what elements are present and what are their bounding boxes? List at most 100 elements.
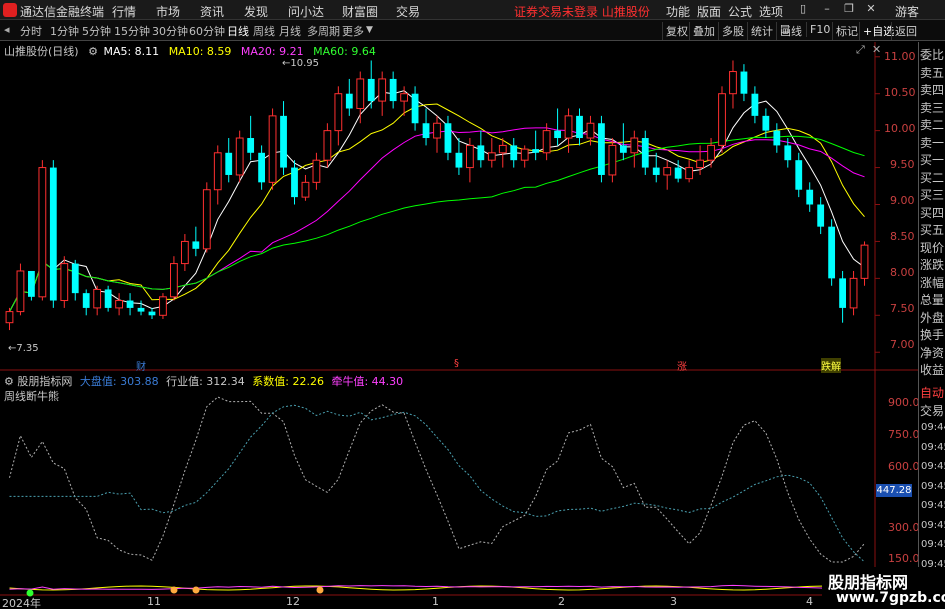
period-1min[interactable]: 1分钟 (50, 23, 79, 39)
candle-body (586, 122, 595, 139)
candle (817, 197, 825, 235)
menu-formula[interactable]: 公式 (728, 3, 752, 20)
candle-body (860, 244, 869, 279)
menu-item-quotes[interactable]: 行情 (112, 3, 136, 20)
back-arrow-icon[interactable]: ◂ (4, 23, 10, 36)
period-30min[interactable]: 30分钟 (152, 23, 188, 39)
candle-body (839, 278, 846, 308)
period-monthly[interactable]: 月线 (279, 23, 301, 39)
event-tag-finance[interactable]: 财 (136, 358, 146, 373)
price-tick: 10.50 (884, 86, 916, 99)
btn-draw[interactable]: 画线 (776, 22, 805, 40)
side-label: 买一 (920, 153, 945, 167)
event-tag-unlock[interactable]: 跌解 (821, 358, 841, 373)
candle-body (532, 149, 540, 153)
period-daily[interactable]: 日线 (227, 23, 249, 39)
candle (806, 182, 814, 212)
candle-body (170, 263, 178, 298)
candle-body (817, 204, 825, 227)
ma20-label: MA20: 9.21 (240, 45, 304, 58)
candle-body (202, 189, 211, 250)
candle (751, 86, 759, 124)
event-tag-notice[interactable]: § (454, 358, 459, 369)
candle-body (60, 263, 69, 302)
btn-overlay[interactable]: 叠加 (689, 22, 718, 40)
menu-item-trade[interactable]: 交易 (396, 3, 420, 20)
candle-body (137, 307, 145, 312)
menu-item-wealth[interactable]: 财富圈 (342, 3, 378, 20)
candle-body (213, 152, 222, 191)
event-tag-rise[interactable]: 涨 (677, 358, 687, 373)
chart-area[interactable] (0, 42, 945, 609)
guest-label[interactable]: 游客 (895, 3, 919, 20)
side-label: 总量 (920, 293, 945, 307)
gear-icon[interactable]: ⚙ (88, 45, 98, 58)
candle (104, 285, 112, 312)
menu-item-discover[interactable]: 发现 (244, 3, 268, 20)
menu-bar: 通达信金融终端 行情 市场 资讯 发现 问小达 财富圈 交易 证券交易未登录 山… (0, 0, 945, 20)
kline-chart[interactable] (0, 42, 945, 609)
side-label: 涨跌 (920, 258, 945, 272)
price-tick: 7.00 (890, 338, 915, 351)
menu-item-ask[interactable]: 问小达 (288, 3, 324, 20)
mobile-icon[interactable]: ▯ (796, 2, 810, 16)
menu-function[interactable]: 功能 (666, 3, 690, 20)
menu-options[interactable]: 选项 (759, 3, 783, 20)
date-tick: 3 (670, 595, 677, 608)
candle-body (268, 115, 277, 183)
candle (312, 152, 321, 190)
period-multi[interactable]: 多周期 (307, 23, 340, 39)
chart-close-icon[interactable]: ✕ (872, 43, 881, 56)
btn-mark[interactable]: 标记 (832, 22, 861, 40)
period-weekly[interactable]: 周线 (253, 23, 275, 39)
period-60min[interactable]: 60分钟 (189, 23, 225, 39)
btn-f10[interactable]: F10 (806, 22, 833, 37)
period-more[interactable]: 更多 (342, 23, 364, 39)
btn-adjust[interactable]: 复权 (662, 22, 691, 40)
btn-stats[interactable]: 统计 (747, 22, 776, 40)
candle (301, 174, 310, 201)
candle (137, 300, 145, 316)
settings-icon[interactable]: ⚙ (4, 375, 14, 388)
more-chevron-icon[interactable]: ▼ (366, 25, 373, 35)
close-icon[interactable]: ✕ (864, 2, 878, 16)
ma20-line (9, 127, 865, 312)
candle (828, 219, 836, 286)
candle-body (258, 152, 266, 183)
menu-item-news[interactable]: 资讯 (200, 3, 224, 20)
restore-icon[interactable]: ❐ (842, 2, 856, 16)
period-15min[interactable]: 15分钟 (114, 23, 150, 39)
candle-body (465, 144, 474, 169)
candle-body (751, 93, 759, 116)
candle-body (301, 181, 310, 198)
candle-body (378, 78, 387, 102)
candle (235, 130, 244, 183)
price-tick: 9.50 (890, 158, 915, 171)
candle-body (411, 93, 419, 124)
btn-multi-stock[interactable]: 多股 (718, 22, 747, 40)
candle-body (389, 78, 397, 102)
period-timeshare[interactable]: 分时 (20, 23, 42, 39)
price-tick: 11.00 (884, 50, 916, 63)
candle (444, 115, 452, 161)
minimize-icon[interactable]: – (820, 2, 834, 16)
side-trade[interactable]: 交易 (920, 402, 945, 419)
menu-layout[interactable]: 版面 (697, 3, 721, 20)
indicator-industry: 行业值: 312.34 (166, 375, 245, 388)
candle (487, 138, 496, 168)
market-line (9, 404, 865, 563)
candle-body (773, 130, 781, 146)
candle-body (433, 122, 441, 139)
period-toolbar: ◂ 分时 1分钟 5分钟 15分钟 30分钟 60分钟 日线 周线 月线 多周期… (0, 20, 945, 41)
period-5min[interactable]: 5分钟 (82, 23, 111, 39)
tick-time: 09:45 (921, 480, 945, 492)
candle (608, 138, 617, 183)
chart-zoom-icon[interactable]: ⤢ (856, 43, 865, 57)
side-auto[interactable]: 自动 (920, 384, 945, 401)
menu-item-market[interactable]: 市场 (156, 3, 180, 20)
candle-body (400, 93, 409, 102)
login-warning: 证券交易未登录 山推股份 (514, 5, 650, 19)
candle (630, 130, 639, 168)
btn-back[interactable]: 返回 (891, 22, 920, 40)
indicator-tick: 150.0 (888, 552, 920, 565)
